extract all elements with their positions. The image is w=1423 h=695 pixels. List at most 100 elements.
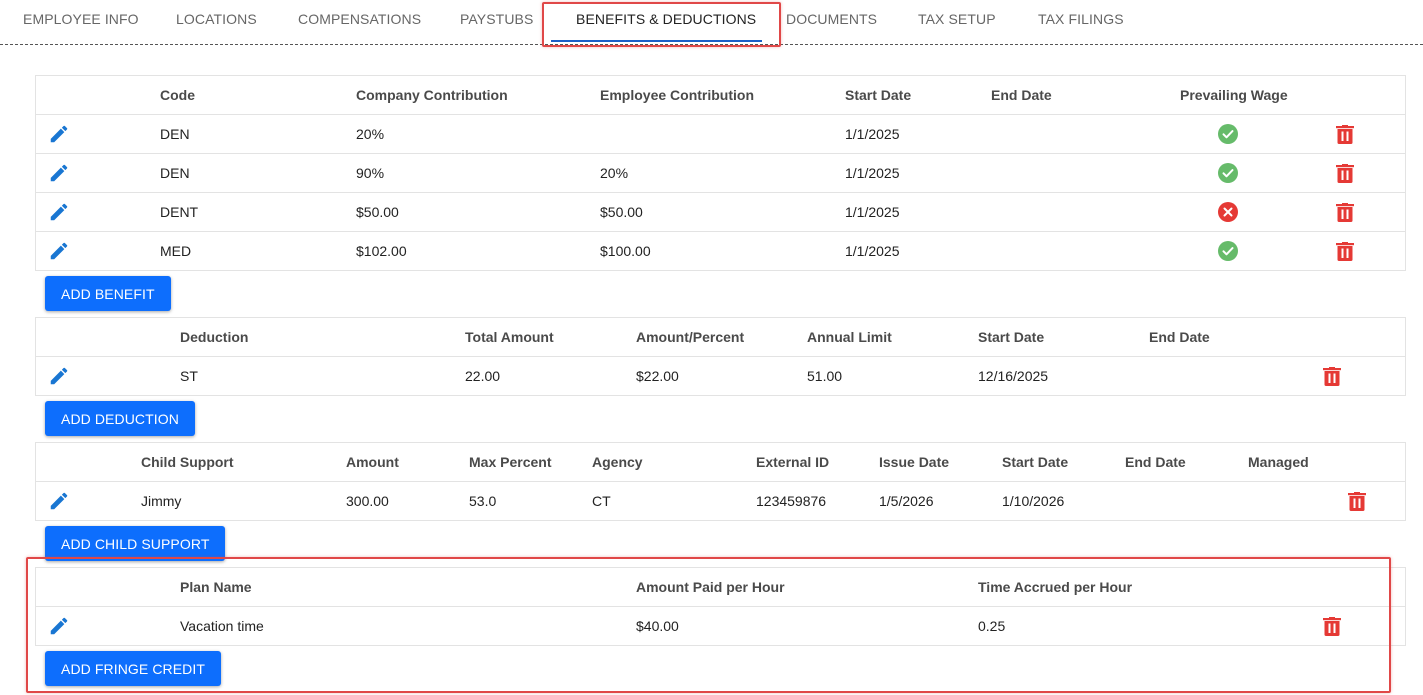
cross-icon (1218, 202, 1238, 222)
cell-external-id: 123459876 (756, 493, 827, 509)
cell-start-date: 1/1/2025 (845, 204, 900, 220)
edit-icon[interactable] (48, 615, 70, 637)
trash-icon[interactable] (1323, 617, 1341, 636)
tab-documents[interactable]: DOCUMENTS (786, 11, 877, 27)
tab-compensations[interactable]: COMPENSATIONS (298, 11, 421, 27)
cell-company-contribution: $102.00 (356, 243, 407, 259)
tab-benefits-deductions[interactable]: BENEFITS & DEDUCTIONS (576, 11, 756, 27)
check-icon (1218, 124, 1238, 144)
cell-deduction: ST (180, 368, 198, 384)
tab-paystubs[interactable]: PAYSTUBS (460, 11, 533, 27)
cell-start-date: 1/1/2025 (845, 243, 900, 259)
edit-icon[interactable] (48, 162, 70, 184)
table-header: Code Company Contribution Employee Contr… (36, 76, 1405, 115)
trash-icon[interactable] (1348, 492, 1366, 511)
header-issue-date: Issue Date (879, 454, 950, 470)
header-end-date: End Date (1149, 329, 1210, 345)
table-row: ST 22.00 $22.00 51.00 12/16/2025 (36, 357, 1405, 396)
cell-child-support: Jimmy (141, 493, 182, 509)
cell-start-date: 1/1/2025 (845, 126, 900, 142)
header-plan-name: Plan Name (180, 579, 252, 595)
trash-icon[interactable] (1336, 125, 1354, 144)
header-time-accrued-per-hour: Time Accrued per Hour (978, 579, 1133, 595)
header-annual-limit: Annual Limit (807, 329, 892, 345)
header-start-date: Start Date (1002, 454, 1069, 470)
cell-annual-limit: 51.00 (807, 368, 843, 384)
trash-icon[interactable] (1336, 242, 1354, 261)
cell-company-contribution: 20% (356, 126, 385, 142)
table-row: MED $102.00 $100.00 1/1/2025 (36, 232, 1405, 271)
table-header: Plan Name Amount Paid per Hour Time Accr… (36, 568, 1405, 607)
edit-icon[interactable] (48, 365, 70, 387)
cell-start-date: 12/16/2025 (978, 368, 1049, 384)
cell-code: MED (160, 243, 192, 259)
cell-company-contribution: $50.00 (356, 204, 399, 220)
cell-total-amount: 22.00 (465, 368, 501, 384)
header-end-date: End Date (1125, 454, 1186, 470)
tab-tax-filings[interactable]: TAX FILINGS (1038, 11, 1124, 27)
cell-amount-percent: $22.00 (636, 368, 679, 384)
edit-icon[interactable] (48, 201, 70, 223)
table-row: Jimmy 300.00 53.0 CT 123459876 1/5/2026 … (36, 482, 1405, 521)
add-child-support-button[interactable]: ADD CHILD SUPPORT (45, 526, 226, 561)
cell-code: DENT (160, 204, 199, 220)
table-row: DENT $50.00 $50.00 1/1/2025 (36, 193, 1405, 232)
trash-icon[interactable] (1336, 164, 1354, 183)
add-fringe-credit-button[interactable]: ADD FRINGE CREDIT (45, 651, 222, 686)
add-benefit-button[interactable]: ADD BENEFIT (45, 276, 171, 311)
header-total-amount: Total Amount (465, 329, 554, 345)
trash-icon[interactable] (1323, 367, 1341, 386)
trash-icon[interactable] (1336, 203, 1354, 222)
cell-code: DEN (160, 126, 190, 142)
header-deduction: Deduction (180, 329, 249, 345)
cell-time-accrued-per-hour: 0.25 (978, 618, 1006, 634)
edit-icon[interactable] (48, 240, 70, 262)
edit-icon[interactable] (48, 490, 70, 512)
cell-employee-contribution: $100.00 (600, 243, 651, 259)
cell-company-contribution: 90% (356, 165, 385, 181)
cell-code: DEN (160, 165, 190, 181)
header-company-contribution: Company Contribution (356, 87, 508, 103)
cell-plan-name: Vacation time (180, 618, 264, 634)
cell-issue-date: 1/5/2026 (879, 493, 934, 509)
active-tab-indicator (551, 40, 762, 42)
tab-locations[interactable]: LOCATIONS (176, 11, 257, 27)
table-row: DEN 90% 20% 1/1/2025 (36, 154, 1405, 193)
table-header: Child Support Amount Max Percent Agency … (36, 443, 1405, 482)
table-row: DEN 20% 1/1/2025 (36, 115, 1405, 154)
table-row: Vacation time $40.00 0.25 (36, 607, 1405, 646)
check-icon (1218, 241, 1238, 261)
cell-amount: 300.00 (346, 493, 389, 509)
add-deduction-button[interactable]: ADD DEDUCTION (45, 401, 195, 436)
header-amount: Amount (346, 454, 399, 470)
header-start-date: Start Date (978, 329, 1045, 345)
header-external-id: External ID (756, 454, 830, 470)
header-start-date: Start Date (845, 87, 912, 103)
tab-tax-setup[interactable]: TAX SETUP (918, 11, 996, 27)
fringe-credit-table: Plan Name Amount Paid per Hour Time Accr… (35, 567, 1406, 646)
deductions-table: Deduction Total Amount Amount/Percent An… (35, 317, 1406, 396)
check-icon (1218, 163, 1238, 183)
header-employee-contribution: Employee Contribution (600, 87, 754, 103)
benefits-table: Code Company Contribution Employee Contr… (35, 75, 1406, 271)
cell-start-date: 1/1/2025 (845, 165, 900, 181)
cell-amount-paid-per-hour: $40.00 (636, 618, 679, 634)
edit-icon[interactable] (48, 123, 70, 145)
header-code: Code (160, 87, 195, 103)
tab-employee-info[interactable]: EMPLOYEE INFO (23, 11, 139, 27)
cell-start-date: 1/10/2026 (1002, 493, 1065, 509)
header-child-support: Child Support (141, 454, 234, 470)
header-agency: Agency (592, 454, 643, 470)
header-prevailing-wage: Prevailing Wage (1180, 87, 1288, 103)
cell-employee-contribution: 20% (600, 165, 629, 181)
header-end-date: End Date (991, 87, 1052, 103)
header-managed: Managed (1248, 454, 1309, 470)
header-amount-paid-per-hour: Amount Paid per Hour (636, 579, 785, 595)
tab-bar: EMPLOYEE INFO LOCATIONS COMPENSATIONS PA… (0, 0, 1423, 45)
cell-max-percent: 53.0 (469, 493, 497, 509)
cell-employee-contribution: $50.00 (600, 204, 643, 220)
cell-agency: CT (592, 493, 611, 509)
header-amount-percent: Amount/Percent (636, 329, 745, 345)
child-support-table: Child Support Amount Max Percent Agency … (35, 442, 1406, 521)
table-header: Deduction Total Amount Amount/Percent An… (36, 318, 1405, 357)
